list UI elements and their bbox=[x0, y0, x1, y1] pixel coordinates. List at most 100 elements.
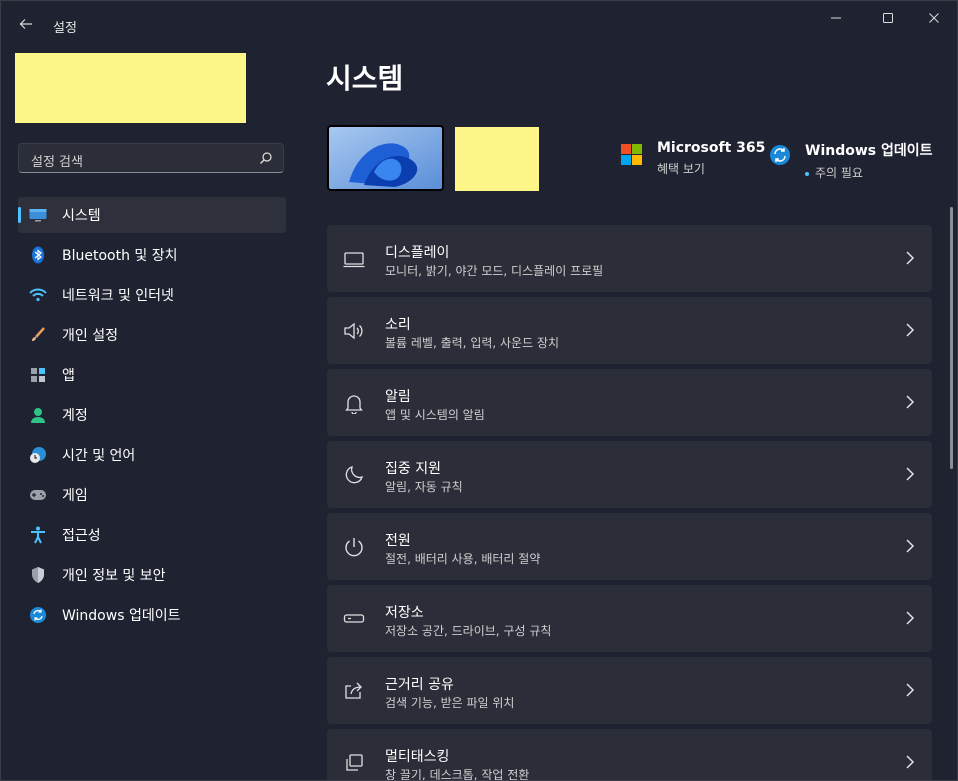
card-subtitle: 창 끌기, 데스크톱, 작업 전환 bbox=[385, 768, 530, 781]
wallpaper-bloom-icon bbox=[329, 127, 442, 189]
sidebar-item-gaming[interactable]: 게임 bbox=[18, 477, 286, 513]
update-icon bbox=[770, 145, 790, 165]
sidebar-item-privacy[interactable]: 개인 정보 및 보안 bbox=[18, 557, 286, 593]
storage-icon bbox=[343, 614, 365, 623]
sidebar-item-label: 개인 정보 및 보안 bbox=[62, 568, 166, 584]
card-title: 알림 bbox=[385, 389, 411, 405]
apps-icon bbox=[28, 365, 48, 385]
update-icon bbox=[28, 605, 48, 625]
sidebar-item-label: 계정 bbox=[62, 408, 88, 424]
chevron-right-icon bbox=[906, 323, 915, 337]
bell-icon bbox=[345, 395, 363, 414]
search-input[interactable]: 설정 검색 bbox=[18, 143, 284, 173]
sidebar-item-accessibility[interactable]: 접근성 bbox=[18, 517, 286, 553]
sidebar-item-network[interactable]: 네트워크 및 인터넷 bbox=[18, 277, 286, 313]
sidebar-item-time-language[interactable]: 시간 및 언어 bbox=[18, 437, 286, 473]
shield-icon bbox=[28, 565, 48, 585]
sidebar-item-label: 게임 bbox=[62, 488, 88, 504]
card-subtitle: 알림, 자동 규칙 bbox=[385, 480, 463, 494]
card-subtitle: 앱 및 시스템의 알림 bbox=[385, 408, 485, 422]
active-indicator bbox=[18, 207, 21, 223]
card-title: 전원 bbox=[385, 533, 411, 549]
arrow-left-icon bbox=[19, 19, 32, 29]
card-display[interactable]: 디스플레이 모니터, 밝기, 야간 모드, 디스플레이 프로필 bbox=[327, 225, 932, 292]
chevron-right-icon bbox=[906, 611, 915, 625]
card-title: 멀티태스킹 bbox=[385, 749, 450, 765]
status-dot-icon bbox=[805, 171, 809, 176]
card-title: 집중 지원 bbox=[385, 461, 441, 477]
card-title: 근거리 공유 bbox=[385, 677, 454, 693]
sidebar-item-apps[interactable]: 앱 bbox=[18, 357, 286, 393]
card-subtitle: 절전, 배터리 사용, 배터리 절약 bbox=[385, 552, 541, 566]
power-icon bbox=[345, 538, 363, 557]
microsoft-logo-icon bbox=[621, 144, 642, 165]
globe-clock-icon bbox=[28, 445, 48, 465]
close-icon bbox=[929, 13, 939, 23]
user-profile-redacted[interactable] bbox=[15, 53, 246, 123]
card-multitasking[interactable]: 멀티태스킹 창 끌기, 데스크톱, 작업 전환 bbox=[327, 729, 932, 781]
sidebar-item-label: 앱 bbox=[62, 368, 75, 384]
card-title: 소리 bbox=[385, 317, 411, 333]
sidebar-item-label: 개인 설정 bbox=[62, 328, 118, 344]
maximize-icon bbox=[883, 13, 893, 23]
sidebar-item-windows-update[interactable]: Windows 업데이트 bbox=[18, 597, 286, 633]
sidebar-item-personalization[interactable]: 개인 설정 bbox=[18, 317, 286, 353]
card-subtitle: 모니터, 밝기, 야간 모드, 디스플레이 프로필 bbox=[385, 264, 604, 278]
card-subtitle: 볼륨 레벨, 출력, 입력, 사운드 장치 bbox=[385, 336, 560, 350]
sidebar-item-bluetooth[interactable]: Bluetooth 및 장치 bbox=[18, 237, 286, 273]
close-button[interactable] bbox=[911, 5, 957, 31]
chevron-right-icon bbox=[906, 251, 915, 265]
card-title: 저장소 bbox=[385, 605, 424, 621]
sidebar-item-accounts[interactable]: 계정 bbox=[18, 397, 286, 433]
share-icon bbox=[345, 682, 362, 699]
search-icon[interactable] bbox=[259, 151, 273, 165]
device-name-redacted[interactable] bbox=[455, 127, 539, 191]
windows-update-title: Windows 업데이트 bbox=[805, 143, 933, 159]
sidebar-item-label: 시스템 bbox=[62, 208, 101, 224]
chevron-right-icon bbox=[906, 467, 915, 481]
minimize-button[interactable] bbox=[813, 5, 859, 31]
chevron-right-icon bbox=[906, 755, 915, 769]
sidebar-item-label: 접근성 bbox=[62, 528, 101, 544]
card-subtitle: 검색 기능, 받은 파일 위치 bbox=[385, 696, 515, 710]
multitask-icon bbox=[346, 754, 363, 771]
windows-update-status-text: 주의 필요 bbox=[815, 166, 863, 180]
ms365-title: Microsoft 365 bbox=[657, 140, 766, 156]
sidebar-item-system[interactable]: 시스템 bbox=[18, 197, 286, 233]
device-wallpaper-thumbnail[interactable] bbox=[327, 125, 444, 191]
monitor-icon bbox=[343, 252, 365, 268]
bluetooth-icon bbox=[28, 245, 48, 265]
chevron-right-icon bbox=[906, 683, 915, 697]
chevron-right-icon bbox=[906, 395, 915, 409]
chevron-right-icon bbox=[906, 539, 915, 553]
windows-update-link[interactable]: Windows 업데이트 주의 필요 bbox=[769, 140, 933, 181]
ms365-subtitle: 혜택 보기 bbox=[657, 162, 705, 176]
microsoft-365-link[interactable]: Microsoft 365 혜택 보기 bbox=[621, 140, 765, 177]
card-focus-assist[interactable]: 집중 지원 알림, 자동 규칙 bbox=[327, 441, 932, 508]
sidebar-item-label: 시간 및 언어 bbox=[62, 448, 136, 464]
card-power[interactable]: 전원 절전, 배터리 사용, 배터리 절약 bbox=[327, 513, 932, 580]
card-subtitle: 저장소 공간, 드라이브, 구성 규칙 bbox=[385, 624, 552, 638]
minimize-icon bbox=[831, 17, 841, 19]
title-bar: 설정 bbox=[1, 1, 957, 47]
gamepad-icon bbox=[28, 485, 48, 505]
card-notifications[interactable]: 알림 앱 및 시스템의 알림 bbox=[327, 369, 932, 436]
settings-window: 설정 설정 검색 시스템 Bluetooth 및 장치 네트워크 및 인터넷 개… bbox=[0, 0, 958, 781]
sidebar-item-label: Windows 업데이트 bbox=[62, 608, 181, 624]
search-placeholder: 설정 검색 bbox=[31, 155, 83, 170]
sidebar-item-label: 네트워크 및 인터넷 bbox=[62, 288, 174, 304]
windows-update-status: 주의 필요 bbox=[805, 164, 933, 181]
page-title: 시스템 bbox=[326, 62, 404, 95]
app-title: 설정 bbox=[53, 21, 77, 36]
card-sound[interactable]: 소리 볼륨 레벨, 출력, 입력, 사운드 장치 bbox=[327, 297, 932, 364]
speaker-icon bbox=[344, 322, 363, 340]
maximize-button[interactable] bbox=[865, 5, 911, 31]
sidebar-item-label: Bluetooth 및 장치 bbox=[62, 248, 178, 264]
brush-icon bbox=[28, 325, 48, 345]
scrollbar[interactable] bbox=[950, 207, 953, 469]
card-storage[interactable]: 저장소 저장소 공간, 드라이브, 구성 규칙 bbox=[327, 585, 932, 652]
card-nearby-sharing[interactable]: 근거리 공유 검색 기능, 받은 파일 위치 bbox=[327, 657, 932, 724]
accessibility-icon bbox=[28, 525, 48, 545]
back-button[interactable] bbox=[13, 11, 39, 37]
person-icon bbox=[28, 405, 48, 425]
